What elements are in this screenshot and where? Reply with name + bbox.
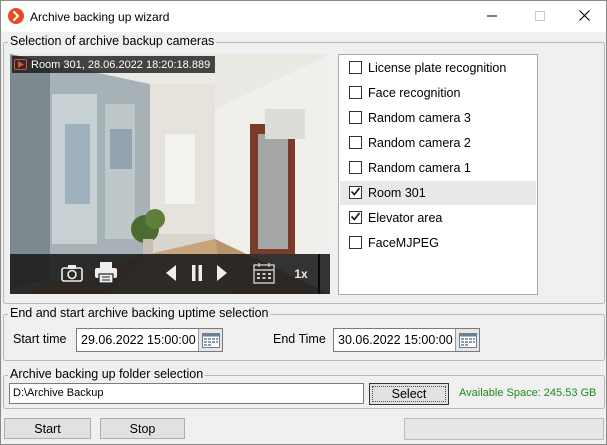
video-control-bar: 1x [10, 254, 330, 294]
available-space-label: Available Space: 245.53 GB [459, 387, 597, 399]
calendar-icon [253, 262, 275, 287]
end-time-label: End Time [273, 332, 326, 346]
camera-checkbox[interactable] [349, 211, 362, 224]
time-group-title: End and start archive backing uptime sel… [8, 306, 271, 320]
camera-item-room-301[interactable]: Room 301 [340, 181, 536, 205]
camera-label: Face recognition [368, 86, 461, 100]
end-time-picker[interactable]: 30.06.2022 15:00:00 [333, 328, 480, 352]
step-forward-icon [216, 264, 228, 285]
camera-label: Random camera 1 [368, 161, 471, 175]
camera-list[interactable]: License plate recognition Face recogniti… [338, 54, 538, 295]
camera-label: FaceMJPEG [368, 236, 439, 250]
pause-icon [191, 264, 203, 285]
printer-icon [94, 261, 118, 287]
camera-checkbox[interactable] [349, 161, 362, 174]
start-time-picker[interactable]: 29.06.2022 15:00:00 [76, 328, 223, 352]
minimize-button[interactable] [469, 1, 515, 32]
camera-checkbox[interactable] [349, 111, 362, 124]
wizard-window: Archive backing up wizard Selection of a… [0, 0, 607, 445]
camera-item-random-camera-2[interactable]: Random camera 2 [340, 131, 536, 155]
select-folder-button[interactable]: Select [369, 383, 449, 405]
cameras-group-title: Selection of archive backup cameras [8, 34, 217, 48]
camera-snapshot-icon [61, 264, 83, 285]
window-title: Archive backing up wizard [30, 10, 170, 24]
camera-checkbox[interactable] [349, 236, 362, 249]
camera-item-license-plate-recognition[interactable]: License plate recognition [340, 56, 536, 80]
checkmark-icon [350, 211, 361, 225]
camera-checkbox[interactable] [349, 186, 362, 199]
camera-checkbox[interactable] [349, 86, 362, 99]
checkmark-icon [350, 186, 361, 200]
folder-path-value: D:\Archive Backup [13, 387, 104, 399]
maximize-icon [535, 10, 545, 24]
end-time-value: 30.06.2022 15:00:00 [338, 333, 453, 347]
folder-group-title: Archive backing up folder selection [8, 367, 206, 381]
app-logo-icon [8, 8, 24, 24]
playback-speed-button[interactable]: 1x [290, 254, 312, 294]
play-record-icon [14, 59, 27, 70]
video-overlay: Room 301, 28.06.2022 18:20:18.889 [12, 56, 216, 73]
pause-button[interactable] [188, 254, 206, 294]
stop-button[interactable]: Stop [100, 418, 185, 439]
maximize-button[interactable] [517, 1, 563, 32]
snapshot-button[interactable] [60, 254, 84, 294]
camera-checkbox[interactable] [349, 136, 362, 149]
next-frame-button[interactable] [213, 254, 231, 294]
minimize-icon [487, 10, 497, 24]
camera-item-random-camera-3[interactable]: Random camera 3 [340, 106, 536, 130]
calendar-icon[interactable] [198, 329, 222, 351]
calendar-icon[interactable] [455, 329, 479, 351]
close-icon [578, 9, 590, 24]
start-time-value: 29.06.2022 15:00:00 [81, 333, 196, 347]
close-button[interactable] [561, 1, 607, 32]
previous-frame-button[interactable] [162, 254, 180, 294]
camera-label: Room 301 [368, 186, 426, 200]
camera-label: License plate recognition [368, 61, 507, 75]
title-bar: Archive backing up wizard [1, 1, 606, 32]
camera-checkbox[interactable] [349, 61, 362, 74]
camera-label: Random camera 3 [368, 111, 471, 125]
start-button[interactable]: Start [4, 418, 91, 439]
start-time-label: Start time [13, 332, 67, 346]
camera-item-face-recognition[interactable]: Face recognition [340, 81, 536, 105]
step-back-icon [165, 264, 177, 285]
camera-label: Elevator area [368, 211, 443, 225]
camera-item-elevator-area[interactable]: Elevator area [340, 206, 536, 230]
camera-item-random-camera-1[interactable]: Random camera 1 [340, 156, 536, 180]
calendar-button[interactable] [252, 254, 276, 294]
camera-item-facemjpeg[interactable]: FaceMJPEG [340, 231, 536, 255]
camera-label: Random camera 2 [368, 136, 471, 150]
control-bar-divider [318, 254, 320, 294]
backup-progress-bar [404, 418, 604, 440]
folder-path-field[interactable]: D:\Archive Backup [9, 383, 364, 404]
video-overlay-text: Room 301, 28.06.2022 18:20:18.889 [31, 58, 211, 71]
video-preview[interactable]: Room 301, 28.06.2022 18:20:18.889 1x [10, 54, 330, 294]
print-button[interactable] [94, 254, 118, 294]
